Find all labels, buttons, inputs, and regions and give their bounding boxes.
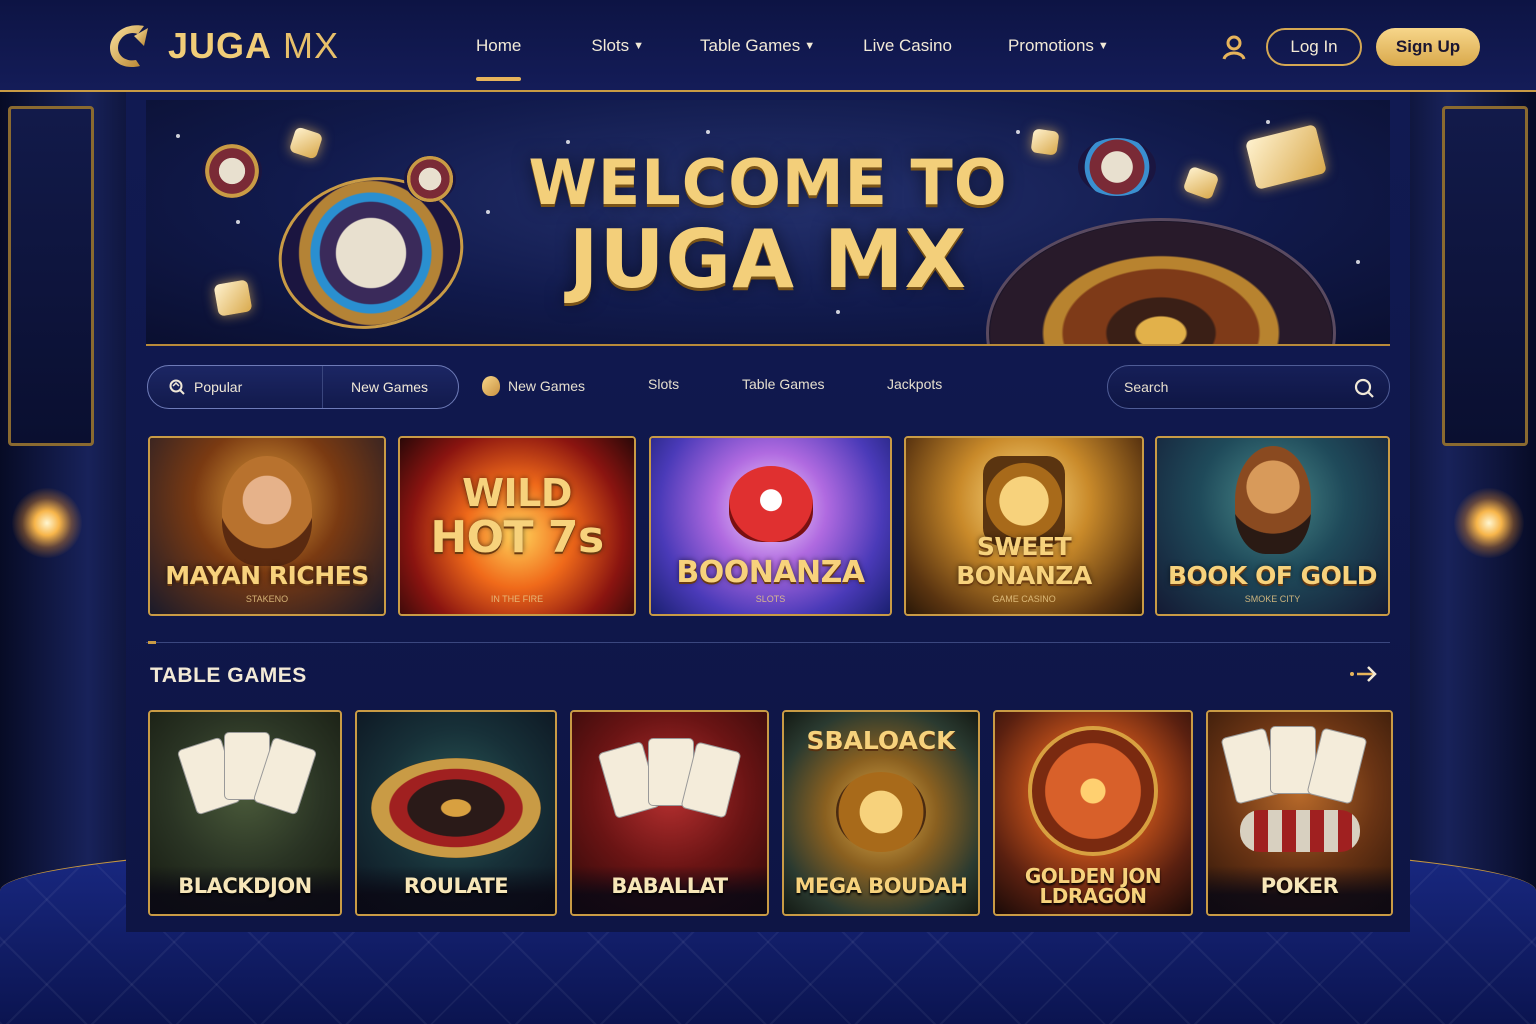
main-nav: Home Slots ▼ Table Games ▼ Live Casino Pro… (476, 0, 1109, 92)
game-top-title: SBALOACK (806, 726, 956, 755)
game-title: BLACKDJON (178, 874, 312, 898)
hero-title-line2: JUGA MX (568, 213, 968, 306)
game-card-wild-hot-7s[interactable]: WILD HOT 7s IN THE FIRE (398, 436, 636, 616)
nav-promotions[interactable]: Promotions ▼ (1008, 0, 1109, 92)
user-icon[interactable] (1220, 33, 1248, 61)
nav-live-casino-label: Live Casino (863, 36, 952, 55)
logo-text: JUGA MX (168, 25, 339, 67)
left-lamp (12, 488, 82, 558)
chevron-down-icon: ▼ (804, 40, 816, 52)
nav-live-casino[interactable]: Live Casino (863, 0, 952, 92)
game-card-boonanza[interactable]: BOONANZA SLOTS (649, 436, 892, 616)
game-title: BOONANZA (676, 555, 865, 590)
game-card-mayan-riches[interactable]: MAYAN RICHES STAKENO (148, 436, 386, 616)
nav-promotions-label: Promotions (1007, 36, 1094, 55)
tab-jackpots-label: Jackpots (887, 376, 943, 392)
nav-table-games[interactable]: Table Games ▼ (700, 0, 815, 92)
game-card-blackjack[interactable]: BLACKDJON (148, 710, 342, 916)
logo-suffix: MX (272, 25, 340, 66)
arrow-right-icon[interactable] (1348, 662, 1382, 686)
game-subtitle: SLOTS (755, 594, 786, 604)
game-subtitle: STAKENO (245, 594, 289, 604)
signup-button[interactable]: Sign Up (1376, 28, 1480, 66)
filter-pill: Popular New Games (147, 365, 459, 409)
hero-banner[interactable]: WELCOME TO JUGA MX (146, 100, 1390, 346)
tab-new-games-label: New Games (508, 378, 586, 394)
tab-table-games[interactable]: Table Games (742, 376, 824, 392)
nav-slots[interactable]: Slots ▼ (591, 0, 644, 92)
roulette-wheel-icon (371, 758, 541, 858)
table-games-heading: TABLE GAMES (150, 664, 307, 687)
game-title: SWEET BONANZA (956, 532, 1092, 590)
game-card-sweet-bonanza[interactable]: SWEET BONANZA GAME CASINO (904, 436, 1144, 616)
game-subtitle: IN THE FIRE (490, 594, 544, 604)
mayan-queen-icon (222, 456, 312, 566)
logo[interactable]: JUGA MX (104, 20, 339, 72)
game-title: MAYAN RICHES (165, 561, 369, 590)
money-bag-icon (482, 376, 500, 396)
game-subtitle: SMOKE CITY (1244, 594, 1301, 604)
game-card-book-of-gold[interactable]: BOOK OF GOLD SMOKE CITY (1155, 436, 1390, 616)
game-title: GOLDEN JON LDRAGON (1024, 864, 1162, 908)
nav-home[interactable]: Home (476, 0, 522, 92)
nav-table-games-label: Table Games (700, 36, 801, 55)
filter-new-games-label: New Games (351, 379, 429, 395)
tab-jackpots[interactable]: Jackpots (887, 376, 942, 392)
popular-icon (169, 379, 185, 395)
game-subtitle: GAME CASINO (992, 594, 1056, 604)
golden-orb-icon (836, 772, 926, 852)
login-button[interactable]: Log In (1266, 28, 1362, 66)
game-filter-bar: Popular New Games New Games Slots Table … (146, 362, 1390, 412)
poker-chips-icon (1239, 810, 1360, 852)
game-card-poker[interactable]: POKER (1206, 710, 1393, 916)
game-card-baccarat[interactable]: BABALLAT (570, 710, 769, 916)
nav-slots-label: Slots (591, 36, 630, 55)
dragon-medallion-icon (1028, 726, 1158, 856)
right-lamp (1454, 488, 1524, 558)
left-pillar (8, 106, 94, 446)
game-card-mega-boudah[interactable]: SBALOACK MEGA BOUDAH (782, 710, 980, 916)
tab-slots[interactable]: Slots (648, 376, 679, 392)
chevron-down-icon: ▼ (1097, 40, 1109, 52)
game-title: MEGA BOUDAH (794, 874, 968, 898)
section-divider (146, 641, 1390, 644)
warrior-icon (1234, 446, 1311, 554)
game-title: BABALLAT (611, 874, 728, 898)
filter-popular[interactable]: Popular (148, 366, 323, 408)
game-card-golden-dragon[interactable]: GOLDEN JON LDRAGON (993, 710, 1193, 916)
heart-icon (728, 466, 813, 542)
filter-new-games[interactable]: New Games (323, 379, 428, 395)
nav-home-label: Home (476, 36, 522, 55)
game-title-line2: HOT 7s (430, 512, 604, 563)
tab-slots-label: Slots (648, 376, 680, 392)
tab-new-games[interactable]: New Games (482, 376, 585, 396)
site-header: JUGA MX Home Slots ▼ Table Games ▼ Live Ca… (0, 0, 1536, 92)
search-icon[interactable] (1353, 377, 1375, 399)
main-content: WELCOME TO JUGA MX Popular New Games New… (126, 92, 1410, 932)
game-title: ROULATE (403, 874, 509, 898)
chevron-down-icon: ▼ (633, 40, 645, 52)
filter-popular-label: Popular (194, 379, 243, 395)
logo-mark-icon (104, 20, 154, 72)
hero-title-line1: WELCOME TO (528, 146, 1008, 219)
tab-table-games-label: Table Games (742, 376, 825, 392)
game-title: POKER (1260, 874, 1339, 898)
game-card-roulette[interactable]: ROULATE (355, 710, 557, 916)
logo-brand: JUGA (168, 25, 273, 66)
hero-title: WELCOME TO JUGA MX (146, 152, 1390, 300)
search-input[interactable] (1124, 379, 1334, 395)
game-title: BOOK OF GOLD (1167, 561, 1378, 590)
search-box (1107, 365, 1390, 409)
right-pillar (1442, 106, 1528, 446)
